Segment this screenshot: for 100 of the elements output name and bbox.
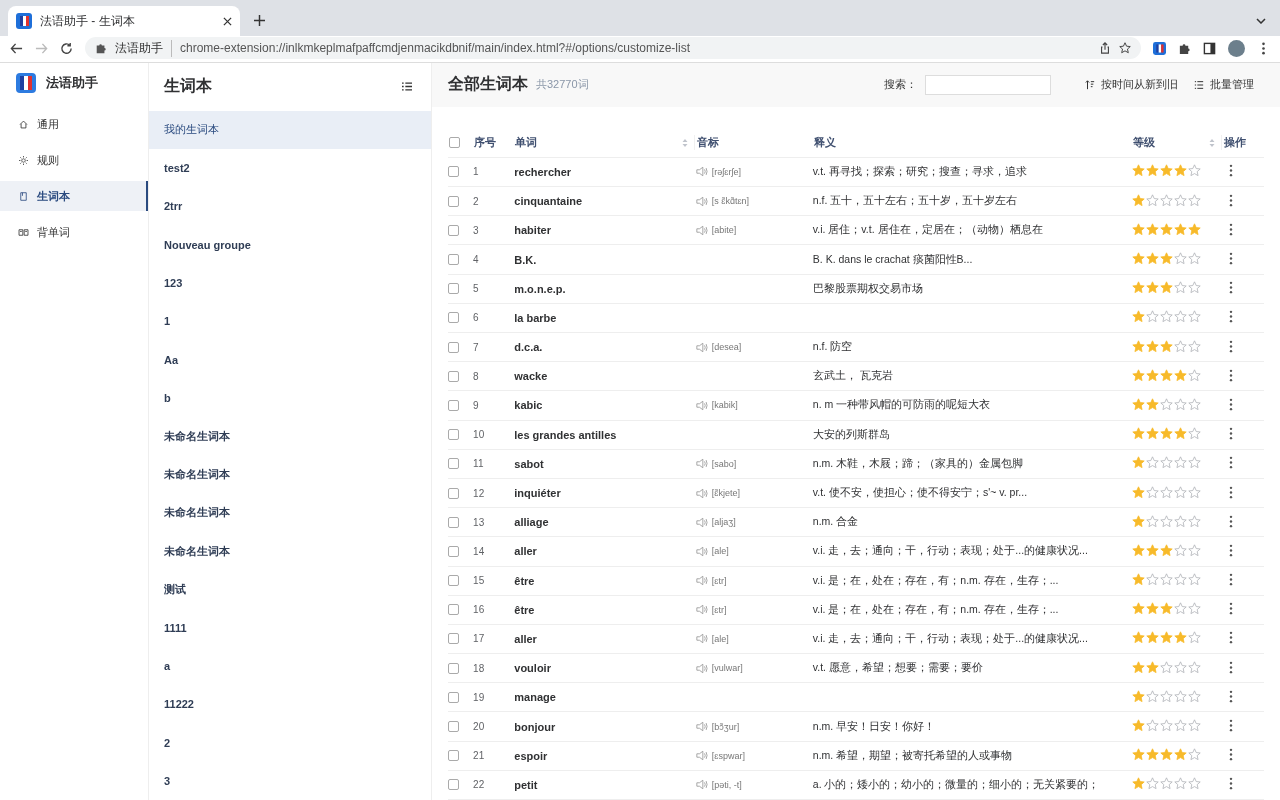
more-icon[interactable] bbox=[1228, 689, 1233, 703]
checkbox[interactable] bbox=[448, 545, 459, 557]
back-icon[interactable] bbox=[10, 41, 23, 55]
star-rating[interactable] bbox=[1132, 660, 1202, 674]
star-rating[interactable] bbox=[1132, 456, 1202, 470]
nav-item[interactable]: 规则 bbox=[0, 145, 148, 175]
reload-icon[interactable] bbox=[60, 41, 73, 55]
speaker-icon[interactable] bbox=[695, 662, 708, 674]
checkbox[interactable] bbox=[448, 370, 459, 382]
nav-item[interactable]: 生词本 bbox=[0, 181, 148, 211]
checkbox[interactable] bbox=[448, 224, 459, 236]
star-rating[interactable] bbox=[1132, 193, 1202, 207]
group-item[interactable]: 1111 bbox=[149, 608, 431, 647]
speaker-icon[interactable] bbox=[695, 779, 708, 791]
star-rating[interactable] bbox=[1132, 368, 1202, 382]
nav-item[interactable]: 通用 bbox=[0, 109, 148, 139]
star-rating[interactable] bbox=[1132, 310, 1202, 324]
star-rating[interactable] bbox=[1132, 397, 1202, 411]
sort-icon[interactable] bbox=[681, 137, 688, 148]
checkbox[interactable] bbox=[448, 458, 459, 470]
checkbox[interactable] bbox=[448, 779, 459, 791]
star-rating[interactable] bbox=[1132, 777, 1202, 791]
checkbox[interactable] bbox=[448, 341, 459, 353]
group-item[interactable]: Aa bbox=[149, 340, 431, 379]
list-icon[interactable] bbox=[402, 82, 412, 92]
more-icon[interactable] bbox=[1228, 485, 1233, 499]
group-item[interactable]: 3 bbox=[149, 761, 431, 800]
speaker-icon[interactable] bbox=[695, 516, 708, 528]
more-icon[interactable] bbox=[1228, 514, 1233, 528]
more-icon[interactable] bbox=[1228, 193, 1233, 207]
checkbox[interactable] bbox=[448, 429, 459, 441]
speaker-icon[interactable] bbox=[695, 399, 708, 411]
speaker-icon[interactable] bbox=[695, 633, 708, 645]
checkbox[interactable] bbox=[448, 312, 459, 324]
star-rating[interactable] bbox=[1132, 427, 1202, 441]
star-rating[interactable] bbox=[1132, 222, 1202, 236]
more-icon[interactable] bbox=[1228, 602, 1233, 616]
checkbox[interactable] bbox=[448, 691, 459, 703]
group-item[interactable]: test2 bbox=[149, 148, 431, 188]
speaker-icon[interactable] bbox=[695, 487, 708, 499]
checkbox[interactable] bbox=[448, 283, 459, 295]
more-icon[interactable] bbox=[1228, 573, 1233, 587]
more-icon[interactable] bbox=[1228, 748, 1233, 762]
checkbox[interactable] bbox=[448, 166, 459, 178]
star-rating[interactable] bbox=[1132, 164, 1202, 178]
avatar-icon[interactable] bbox=[1228, 39, 1245, 57]
group-item[interactable]: 1 bbox=[149, 302, 431, 341]
more-icon[interactable] bbox=[1228, 310, 1233, 324]
speaker-icon[interactable] bbox=[695, 750, 708, 762]
browser-tab[interactable]: 法语助手 - 生词本 bbox=[8, 6, 240, 36]
group-item[interactable]: 2 bbox=[149, 723, 431, 762]
more-icon[interactable] bbox=[1228, 660, 1233, 674]
star-rating[interactable] bbox=[1132, 281, 1202, 295]
close-icon[interactable] bbox=[223, 16, 232, 26]
star-rating[interactable] bbox=[1132, 514, 1202, 528]
group-item[interactable]: 测试 bbox=[149, 570, 431, 609]
more-icon[interactable] bbox=[1228, 252, 1233, 266]
more-icon[interactable] bbox=[1228, 339, 1233, 353]
plus-icon[interactable] bbox=[254, 15, 265, 26]
chevron-down-icon[interactable] bbox=[1256, 18, 1266, 24]
more-icon[interactable] bbox=[1228, 631, 1233, 645]
forward-icon[interactable] bbox=[35, 41, 48, 55]
side-panel-icon[interactable] bbox=[1203, 41, 1216, 55]
sort-button[interactable]: 按时间从新到旧 bbox=[1077, 77, 1178, 93]
checkbox[interactable] bbox=[448, 662, 459, 674]
group-item[interactable]: Nouveau groupe bbox=[149, 225, 431, 264]
group-item[interactable]: 11222 bbox=[149, 685, 431, 724]
checkbox[interactable] bbox=[448, 254, 459, 266]
share-icon[interactable] bbox=[1099, 42, 1111, 54]
speaker-icon[interactable] bbox=[695, 166, 708, 178]
checkbox[interactable] bbox=[448, 575, 459, 587]
group-item[interactable]: 未命名生词本 bbox=[149, 455, 431, 494]
more-icon[interactable] bbox=[1228, 427, 1233, 441]
group-item[interactable]: 我的生词本 bbox=[149, 110, 431, 149]
group-item[interactable]: a bbox=[149, 646, 431, 686]
speaker-icon[interactable] bbox=[695, 224, 708, 236]
star-rating[interactable] bbox=[1132, 631, 1202, 645]
more-icon[interactable] bbox=[1228, 543, 1233, 557]
star-rating[interactable] bbox=[1132, 602, 1202, 616]
speaker-icon[interactable] bbox=[695, 604, 708, 616]
speaker-icon[interactable] bbox=[695, 721, 708, 733]
checkbox[interactable] bbox=[448, 195, 459, 207]
star-rating[interactable] bbox=[1132, 573, 1202, 587]
speaker-icon[interactable] bbox=[695, 545, 708, 557]
flag-icon[interactable] bbox=[1153, 41, 1166, 55]
speaker-icon[interactable] bbox=[695, 195, 708, 207]
star-rating[interactable] bbox=[1132, 543, 1202, 557]
star-rating[interactable] bbox=[1132, 339, 1202, 353]
more-icon[interactable] bbox=[1228, 456, 1233, 470]
checkbox[interactable] bbox=[449, 137, 460, 149]
group-item[interactable]: b bbox=[149, 378, 431, 418]
batch-manage-button[interactable]: 批量管理 bbox=[1186, 77, 1254, 93]
more-icon[interactable] bbox=[1228, 281, 1233, 295]
speaker-icon[interactable] bbox=[695, 458, 708, 470]
star-rating[interactable] bbox=[1132, 689, 1202, 703]
group-item[interactable]: 2trr bbox=[149, 187, 431, 226]
checkbox[interactable] bbox=[448, 721, 459, 733]
nav-item[interactable]: 背单词 bbox=[0, 217, 148, 247]
address-bar[interactable]: 法语助手 chrome-extension://inlkmkeplmafpaffcmdjenmacikdbnif/main/index.html?#/options/customize-list bbox=[85, 37, 1141, 59]
search-field[interactable] bbox=[925, 74, 1051, 95]
